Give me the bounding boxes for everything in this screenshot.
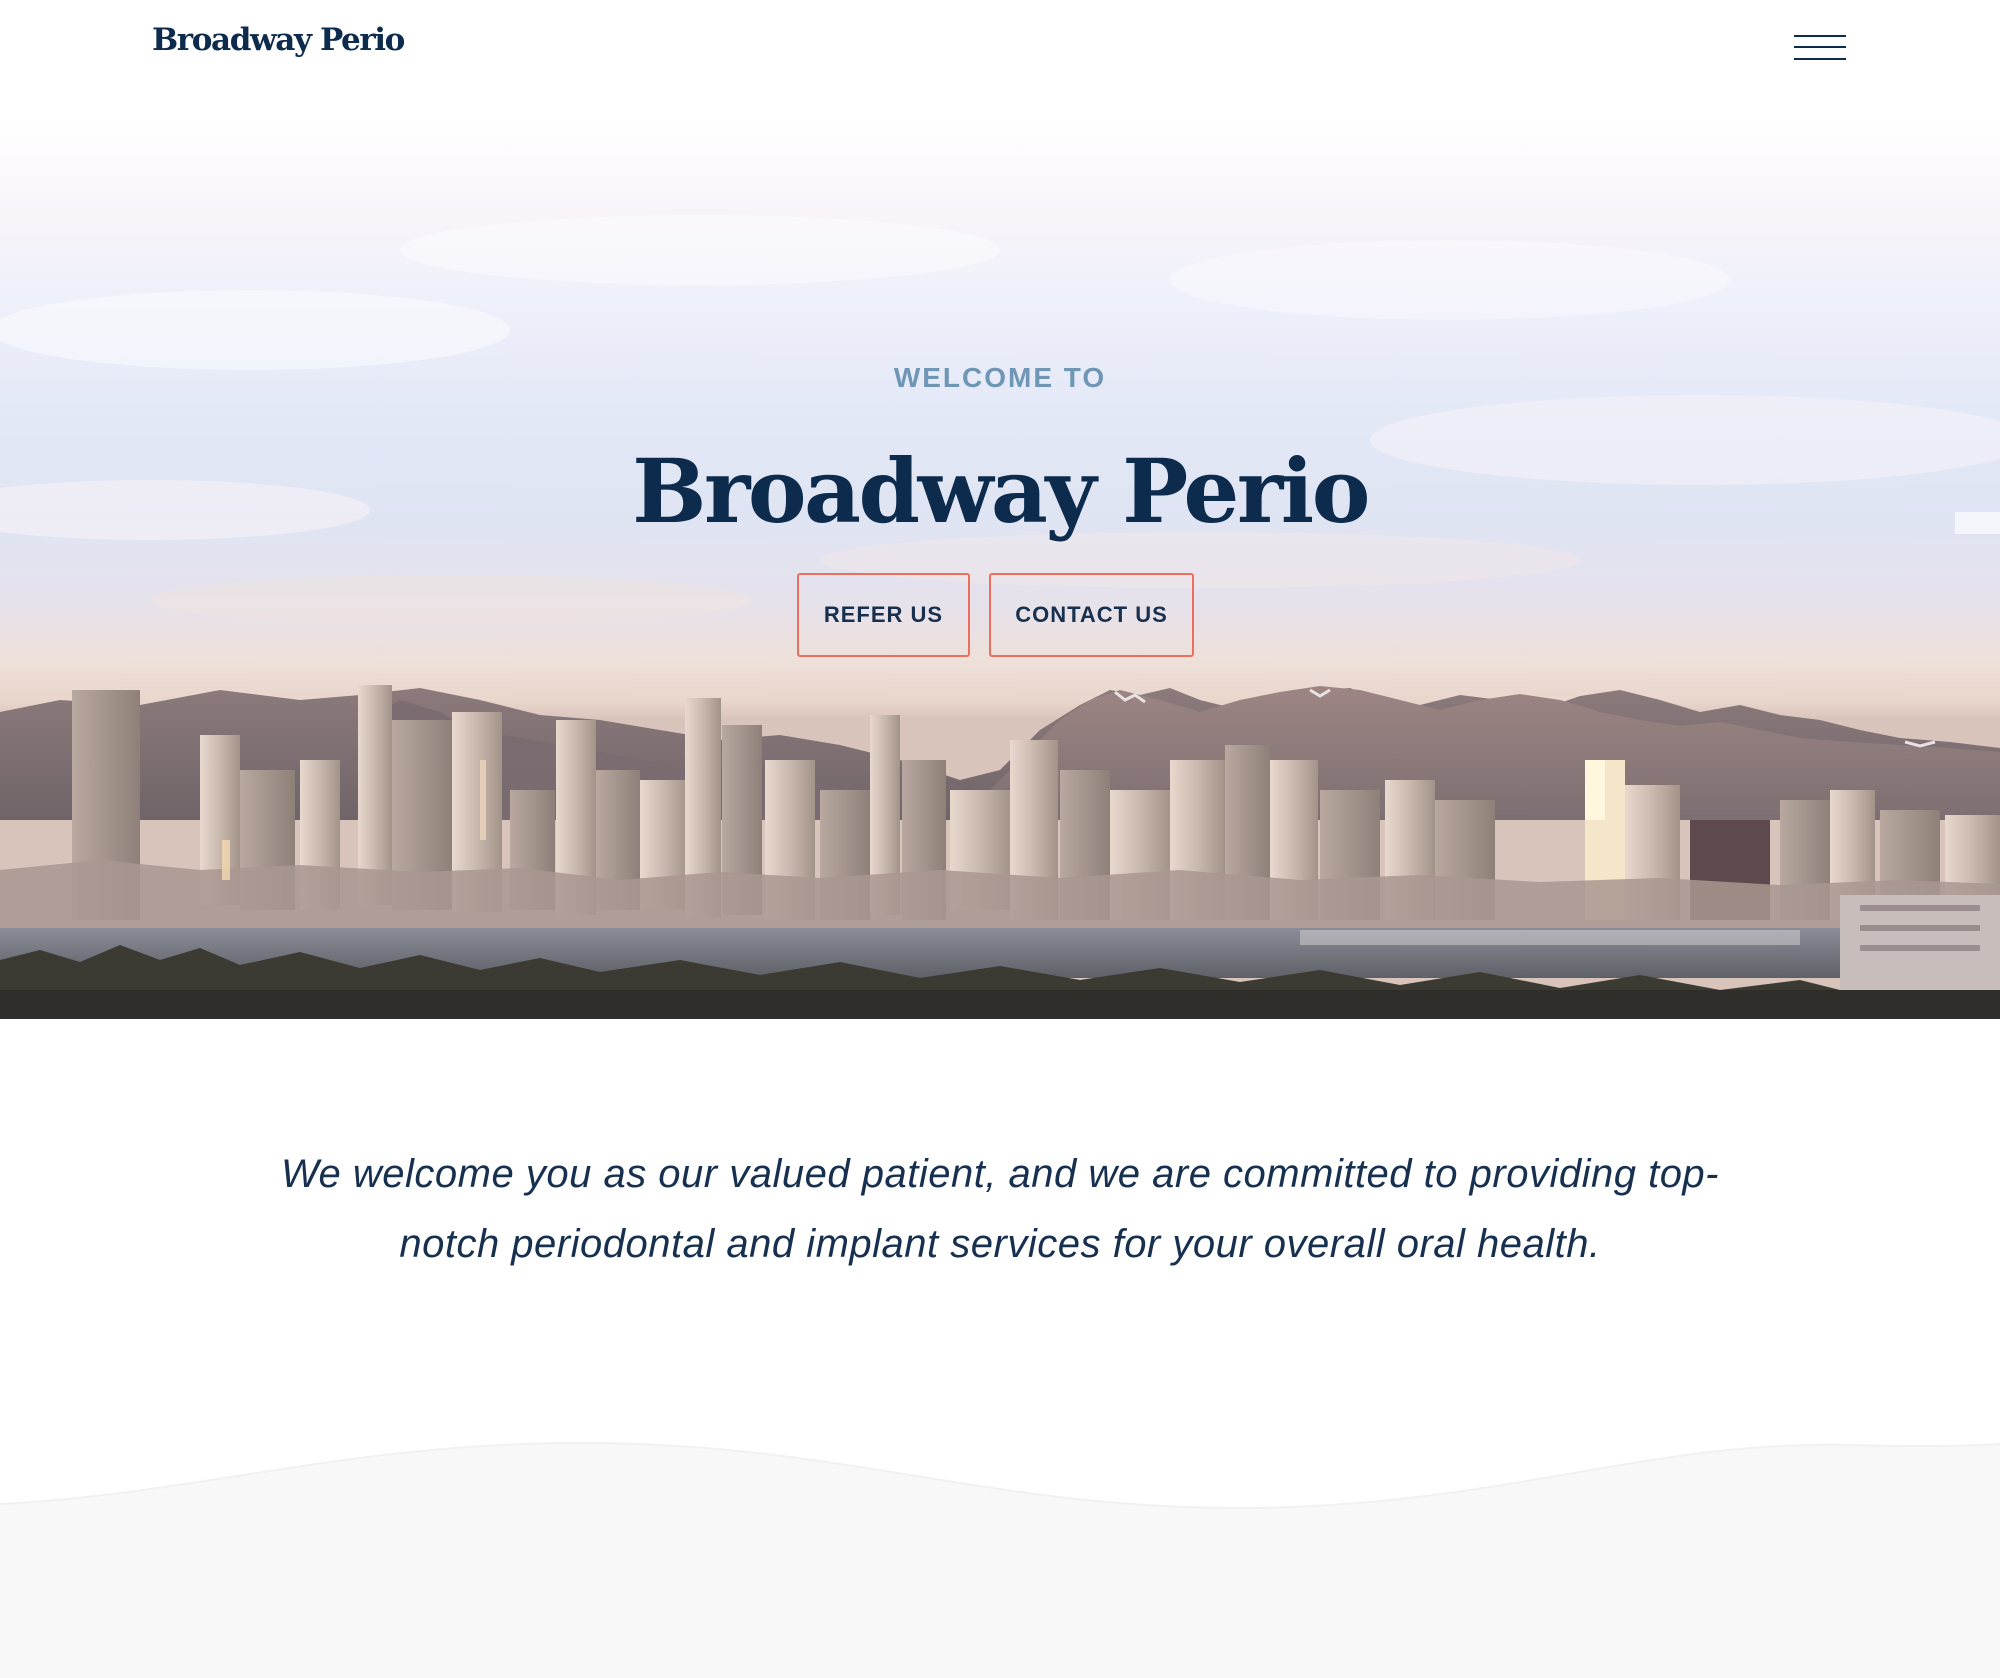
page: Broadway Perio WELCOME TO Broadway Perio… [0,0,2000,1678]
menu-bar [1794,46,1846,48]
wave-divider [0,1441,2000,1678]
intro-section: We welcome you as our valued patient, an… [0,1019,2000,1439]
hero-content: WELCOME TO Broadway Perio REFER US CONTA… [0,0,2000,700]
menu-bar [1794,35,1846,37]
hamburger-menu-icon[interactable] [1790,30,1850,68]
contact-us-button[interactable]: CONTACT US [989,573,1194,657]
hero-eyebrow: WELCOME TO [893,362,1107,393]
site-header: Broadway Perio [0,0,2000,100]
site-logo[interactable]: Broadway Perio [152,22,405,58]
hero-section: Broadway Perio WELCOME TO Broadway Perio… [0,0,2000,1019]
hero-title: Broadway Perio [632,439,1370,543]
refer-us-button[interactable]: REFER US [797,573,970,657]
intro-text: We welcome you as our valued patient, an… [281,1152,1719,1266]
menu-bar [1794,58,1846,60]
